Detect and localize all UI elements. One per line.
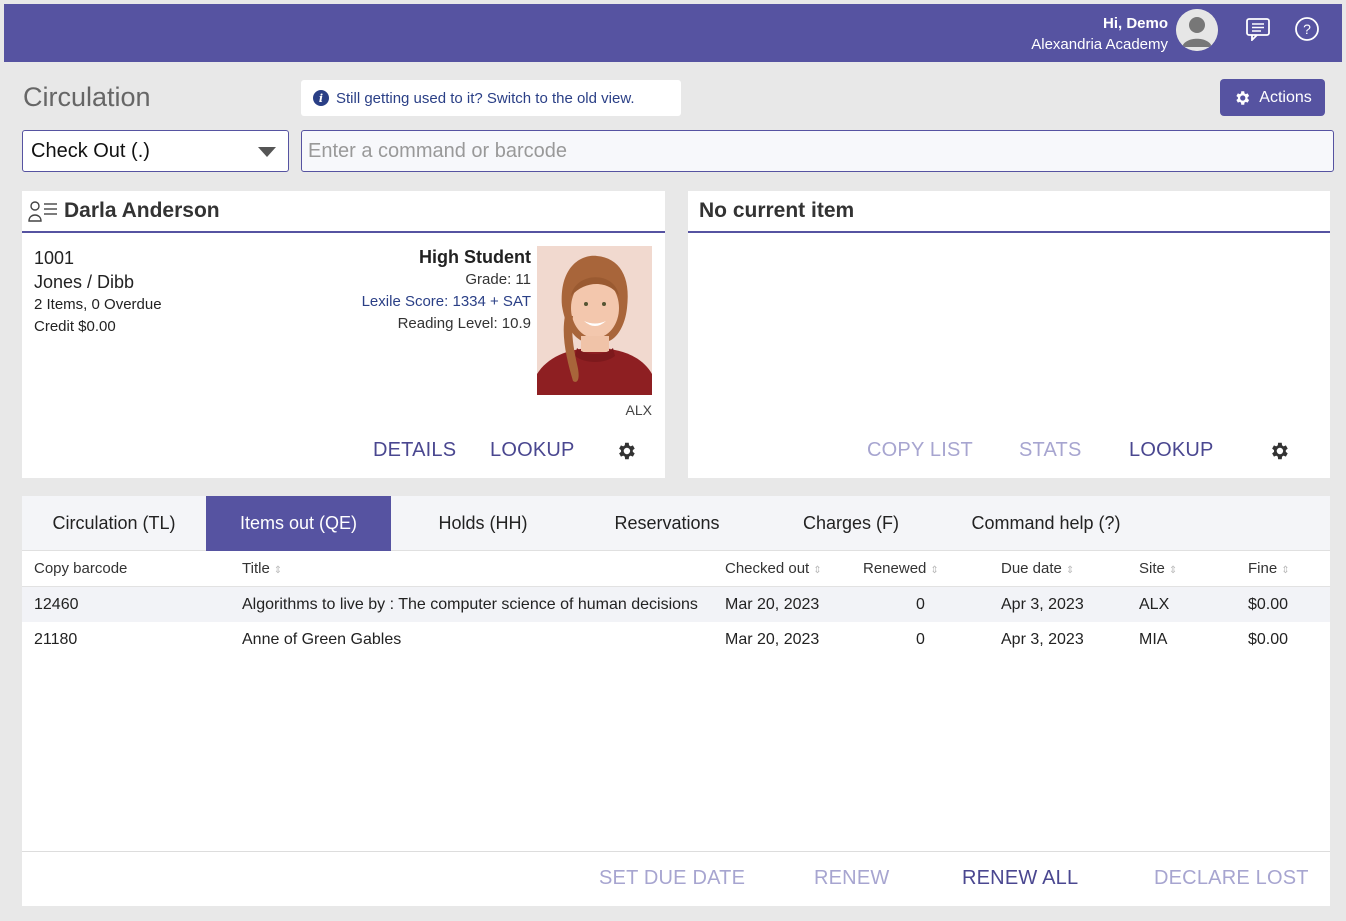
patron-card-icon <box>28 200 58 222</box>
set-due-date-button[interactable]: SET DUE DATE <box>599 867 745 890</box>
chevron-down-icon <box>258 147 276 157</box>
patron-homeroom: Jones / Dibb <box>34 272 135 292</box>
cell-due-date: Apr 3, 2023 <box>1001 631 1084 648</box>
tab-circulation[interactable]: Circulation (TL) <box>22 496 206 551</box>
tab-reservations[interactable]: Reservations <box>575 496 759 551</box>
table-row[interactable]: 21180 Anne of Green Gables Mar 20, 2023 … <box>22 622 1330 657</box>
user-info[interactable]: Hi, Demo Alexandria Academy <box>1031 13 1168 55</box>
tab-command-help[interactable]: Command help (?) <box>943 496 1149 551</box>
col-due-date[interactable]: Due date ⇕ <box>1001 560 1074 577</box>
patron-barcode: 1001 <box>34 248 75 268</box>
page-title: Circulation <box>23 82 151 112</box>
patron-header: Darla Anderson <box>22 191 665 233</box>
details-link[interactable]: DETAILS <box>373 439 456 462</box>
patron-grade: Grade: 11 <box>465 271 531 288</box>
col-site[interactable]: Site ⇕ <box>1139 560 1177 577</box>
col-title[interactable]: Title ⇕ <box>242 560 282 577</box>
cell-checked-out: Mar 20, 2023 <box>725 596 820 613</box>
info-icon: i <box>313 90 329 106</box>
actions-label: Actions <box>1259 88 1312 106</box>
patron-details: 1001 Jones / Dibb 2 Items, 0 Overdue Cre… <box>34 246 162 338</box>
patron-credit: Credit $0.00 <box>34 318 116 335</box>
patron-stats: High Student Grade: 11 Lexile Score: 133… <box>362 245 531 335</box>
tab-items-out[interactable]: Items out (QE) <box>206 496 391 551</box>
cell-title[interactable]: Algorithms to live by : The computer sci… <box>242 596 698 614</box>
table-row[interactable]: 12460 Algorithms to live by : The comput… <box>22 587 1330 622</box>
svg-text:?: ? <box>1303 21 1311 37</box>
cell-due-date: Apr 3, 2023 <box>1001 596 1084 613</box>
patron-reading-level: Reading Level: 10.9 <box>397 315 531 332</box>
cell-fine: $0.00 <box>1248 631 1289 648</box>
patron-items-summary: 2 Items, 0 Overdue <box>34 296 162 313</box>
gear-icon <box>1236 90 1250 105</box>
declare-lost-button[interactable]: DECLARE LOST <box>1154 867 1309 890</box>
footer-divider <box>22 851 1330 852</box>
sort-icon: ⇕ <box>1168 565 1178 576</box>
patron-type: High Student <box>419 247 531 267</box>
top-bar: Hi, Demo Alexandria Academy <box>4 4 1342 62</box>
cell-renewed: 0 <box>916 596 925 613</box>
avatar[interactable] <box>1176 9 1218 51</box>
mode-value: Check Out (.) <box>31 139 150 162</box>
stats-link[interactable]: STATS <box>1019 439 1081 462</box>
cell-site: MIA <box>1139 631 1168 648</box>
sort-icon: ⇕ <box>1065 565 1075 576</box>
cell-renewed: 0 <box>916 631 925 648</box>
patron-site: ALX <box>625 402 652 418</box>
sort-icon: ⇕ <box>813 565 822 576</box>
item-gear-icon[interactable] <box>1268 440 1290 462</box>
item-lookup-link[interactable]: LOOKUP <box>1129 439 1214 462</box>
patron-name[interactable]: Darla Anderson <box>64 199 220 223</box>
patron-tabs-card: Circulation (TL) Items out (QE) Holds (H… <box>22 496 1330 906</box>
tab-charges[interactable]: Charges (F) <box>759 496 943 551</box>
old-view-text: Still getting used to it? Switch to the … <box>336 89 635 107</box>
patron-panel: Darla Anderson 1001 Jones / Dibb 2 Items… <box>22 191 665 478</box>
col-copy-barcode[interactable]: Copy barcode <box>34 560 127 577</box>
current-item-header: No current item <box>688 191 1330 233</box>
actions-button[interactable]: Actions <box>1220 79 1325 116</box>
help-icon[interactable]: ? <box>1294 16 1320 42</box>
cell-barcode: 12460 <box>34 596 79 613</box>
renew-button[interactable]: RENEW <box>814 867 889 890</box>
col-renewed[interactable]: Renewed ⇕ <box>863 560 939 577</box>
tab-holds[interactable]: Holds (HH) <box>391 496 575 551</box>
renew-all-button[interactable]: RENEW ALL <box>962 867 1078 890</box>
patron-lookup-link[interactable]: LOOKUP <box>490 439 575 462</box>
cell-fine: $0.00 <box>1248 596 1289 613</box>
current-item-panel: No current item COPY LIST STATS LOOKUP <box>688 191 1330 478</box>
col-fine[interactable]: Fine ⇕ <box>1248 560 1290 577</box>
sort-icon: ⇕ <box>930 565 939 576</box>
sort-icon: ⇕ <box>273 565 283 576</box>
messages-icon[interactable] <box>1245 16 1271 42</box>
cell-site: ALX <box>1139 596 1170 613</box>
patron-lexile: Lexile Score: 1334 + SAT <box>361 293 531 310</box>
cell-title[interactable]: Anne of Green Gables <box>242 631 401 649</box>
greeting: Hi, Demo <box>1102 15 1168 32</box>
circulation-mode-select[interactable]: Check Out (.) <box>22 130 289 172</box>
school-name: Alexandria Academy <box>1031 36 1168 53</box>
tab-bar: Circulation (TL) Items out (QE) Holds (H… <box>22 496 1330 551</box>
cell-checked-out: Mar 20, 2023 <box>725 631 820 648</box>
old-view-link[interactable]: i Still getting used to it? Switch to th… <box>301 80 681 116</box>
patron-gear-icon[interactable] <box>615 440 637 462</box>
patron-photo <box>537 246 652 395</box>
cell-barcode: 21180 <box>34 631 78 648</box>
sort-icon: ⇕ <box>1281 565 1290 576</box>
col-checked-out[interactable]: Checked out ⇕ <box>725 560 822 577</box>
copy-list-link[interactable]: COPY LIST <box>867 439 973 462</box>
command-input[interactable] <box>301 130 1334 172</box>
